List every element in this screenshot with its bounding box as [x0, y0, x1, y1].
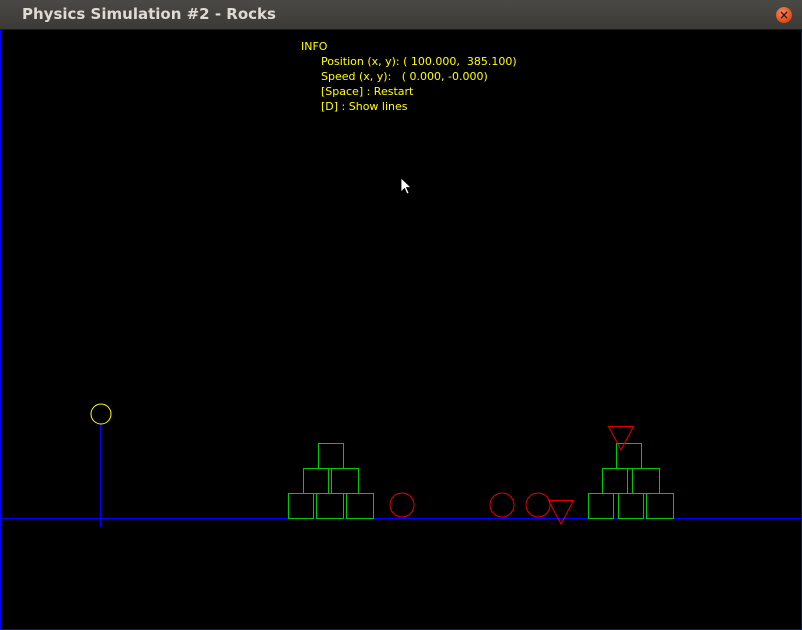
rock-circle: [525, 492, 551, 518]
window-title: Physics Simulation #2 - Rocks: [22, 5, 276, 23]
box: [316, 493, 344, 519]
box: [288, 493, 314, 519]
speed-readout: Speed (x, y): ( 0.000, -0.000): [321, 70, 488, 83]
simulation-canvas[interactable]: INFO Position (x, y): ( 100.000, 385.100…: [0, 29, 802, 630]
show-lines-hint: [D] : Show lines: [321, 100, 408, 113]
box: [616, 443, 642, 469]
cursor-icon: [400, 177, 413, 195]
title-bar[interactable]: Physics Simulation #2 - Rocks ×: [0, 0, 802, 30]
box: [602, 468, 628, 494]
rock-circle: [489, 492, 515, 518]
box: [646, 493, 674, 519]
rock-triangle: [547, 500, 575, 526]
rock-circle: [389, 492, 415, 518]
box: [632, 468, 660, 494]
box: [618, 493, 644, 519]
close-icon: ×: [778, 8, 790, 22]
right-box-pyramid: [588, 443, 674, 519]
close-button[interactable]: ×: [776, 7, 792, 23]
scene: [0, 29, 802, 630]
rock-triangle: [607, 426, 635, 452]
info-heading: INFO: [301, 40, 328, 53]
left-box-pyramid: [288, 443, 374, 519]
info-panel: INFO Position (x, y): ( 100.000, 385.100…: [301, 39, 517, 114]
canvas-border: [0, 29, 802, 630]
position-readout: Position (x, y): ( 100.000, 385.100): [321, 55, 517, 68]
player-ball[interactable]: [90, 403, 112, 425]
box: [318, 443, 344, 469]
restart-hint: [Space] : Restart: [321, 85, 414, 98]
rocks: [389, 426, 635, 526]
box: [303, 468, 329, 494]
box: [331, 468, 359, 494]
app-window: Physics Simulation #2 - Rocks × INFO Pos…: [0, 0, 802, 630]
box: [346, 493, 374, 519]
box: [588, 493, 614, 519]
